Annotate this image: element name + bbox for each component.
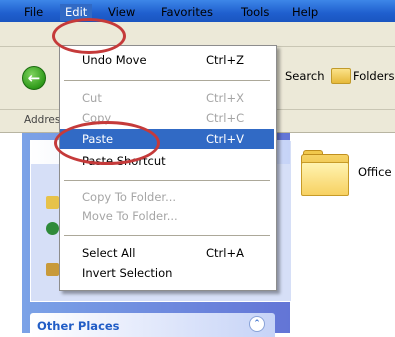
menu-item-label: Move To Folder... [82, 209, 178, 223]
search-button[interactable]: Search [285, 69, 325, 83]
folders-button[interactable]: Folders [353, 69, 395, 83]
task-web-icon [46, 222, 59, 235]
menu-item-select-all[interactable]: Select All Ctrl+A [60, 243, 274, 263]
menu-item-label: Cut [82, 91, 102, 105]
menu-tools[interactable]: Tools [241, 4, 269, 21]
task-share-icon [46, 263, 59, 276]
folder-label[interactable]: Office [358, 165, 392, 179]
folders-icon [331, 68, 351, 84]
edit-annotation-circle [52, 18, 126, 54]
menu-separator [64, 180, 270, 181]
menu-item-copy-to-folder: Copy To Folder... [60, 187, 274, 207]
menu-item-shortcut: Ctrl+Z [206, 53, 244, 67]
back-button[interactable]: ← [22, 66, 46, 90]
menu-favorites[interactable]: Favorites [161, 4, 213, 21]
menu-item-shortcut: Ctrl+V [206, 132, 244, 146]
chevron-up-icon[interactable]: ⌃ [249, 316, 265, 332]
back-arrow-icon: ← [27, 69, 41, 87]
menu-separator [64, 235, 270, 236]
menu-view[interactable]: View [108, 4, 135, 21]
menu-separator [64, 80, 270, 81]
menu-item-move-to-folder: Move To Folder... [60, 206, 274, 226]
menu-help[interactable]: Help [292, 4, 318, 21]
menu-item-shortcut: Ctrl+A [206, 246, 244, 260]
menu-file[interactable]: File [24, 4, 43, 21]
menu-item-cut: Cut Ctrl+X [60, 88, 274, 108]
folder-icon[interactable] [301, 150, 349, 196]
menu-item-invert-selection[interactable]: Invert Selection [60, 263, 274, 283]
menu-item-shortcut: Ctrl+X [206, 91, 244, 105]
menu-item-shortcut: Ctrl+C [206, 111, 245, 125]
task-folder-icon [46, 196, 59, 209]
menu-item-label: Invert Selection [82, 266, 173, 280]
menu-item-label: Copy To Folder... [82, 190, 177, 204]
menu-item-label: Select All [82, 246, 136, 260]
other-places-title: Other Places [37, 319, 120, 333]
paste-annotation-circle [54, 121, 160, 165]
